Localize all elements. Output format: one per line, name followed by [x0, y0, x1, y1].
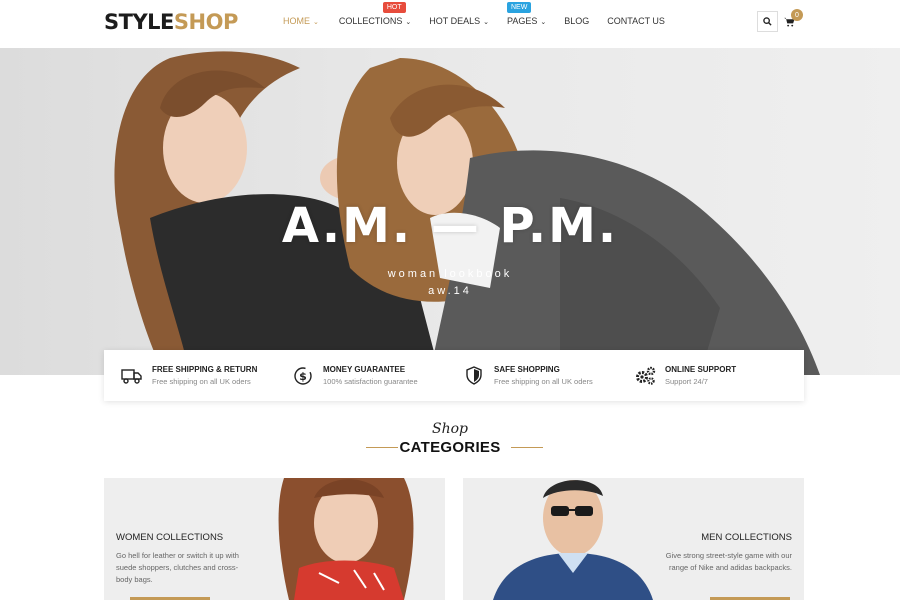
categories-heading: CATEGORIES — [399, 439, 501, 456]
chevron-down-icon: ⌄ — [313, 18, 319, 26]
feature-online-support: ONLINE SUPPORT Support 24/7 — [617, 350, 788, 401]
hero-banner[interactable]: A.M. — P.M. woman lookbook aw.14 — [0, 48, 900, 375]
site-header: STYLESHOP HOME ⌄ Hot COLLECTIONS ⌄ HOT DEA… — [0, 0, 900, 48]
features-bar: FREE SHIPPING & RETURN Free shipping on … — [104, 350, 804, 401]
feature-title: ONLINE SUPPORT — [665, 365, 737, 374]
main-nav: HOME ⌄ Hot COLLECTIONS ⌄ HOT DEALS ⌄ New PA… — [283, 2, 665, 26]
money-icon: $ — [292, 365, 314, 387]
new-badge: New — [507, 2, 532, 13]
nav-label: PAGES — [507, 16, 538, 26]
nav-item-hot-deals[interactable]: HOT DEALS ⌄ — [429, 16, 489, 26]
nav-item-collections[interactable]: Hot COLLECTIONS ⌄ — [338, 2, 412, 26]
nav-label: HOT DEALS — [429, 16, 481, 26]
nav-label: BLOG — [564, 16, 590, 26]
feature-title: MONEY GUARANTEE — [323, 365, 406, 374]
hero-title: A.M. — P.M. — [281, 198, 619, 254]
nav-item-blog[interactable]: BLOG — [564, 16, 589, 26]
categories-script-title: Shop — [432, 421, 468, 437]
search-button[interactable] — [757, 11, 778, 32]
logo[interactable]: STYLESHOP — [104, 10, 238, 34]
hero-season: aw.14 — [428, 285, 472, 297]
feature-desc: Free shipping on all UK oders — [494, 377, 593, 386]
nav-label: HOME — [283, 16, 310, 26]
hero-subtitle: woman lookbook — [387, 268, 513, 280]
logo-part-shop: SHOP — [173, 10, 238, 34]
category-desc: Go hell for leather or switch it up with… — [116, 551, 239, 584]
category-desc: Give strong street-style game with our r… — [665, 551, 792, 572]
truck-icon — [121, 365, 143, 387]
logo-part-style: STYLE — [104, 10, 174, 34]
category-title: MEN COLLECTIONS — [701, 532, 792, 543]
feature-desc: Support 24/7 — [665, 377, 708, 386]
chevron-down-icon: ⌄ — [405, 18, 412, 26]
category-card-women[interactable]: WOMEN COLLECTIONS Go hell for leather or… — [104, 478, 445, 600]
chevron-down-icon: ⌄ — [483, 18, 489, 26]
feature-desc: 100% satisfaction guarantee — [323, 377, 418, 386]
nav-item-contact-us[interactable]: CONTACT US — [607, 16, 665, 26]
nav-item-home[interactable]: HOME ⌄ — [283, 16, 319, 26]
nav-label: COLLECTIONS — [338, 16, 403, 26]
category-title: WOMEN COLLECTIONS — [116, 532, 224, 543]
search-icon — [763, 17, 772, 26]
feature-money-guarantee: $ MONEY GUARANTEE 100% satisfaction guar… — [275, 350, 446, 401]
shield-icon — [463, 365, 485, 387]
nav-item-pages[interactable]: New PAGES ⌄ — [507, 2, 547, 26]
feature-free-shipping: FREE SHIPPING & RETURN Free shipping on … — [104, 350, 275, 401]
feature-desc: Free shipping on all UK oders — [152, 377, 251, 386]
chevron-down-icon: ⌄ — [540, 18, 547, 26]
category-card-men[interactable]: MEN COLLECTIONS Give strong street-style… — [463, 478, 804, 600]
hot-badge: Hot — [382, 2, 406, 13]
nav-label: CONTACT US — [607, 16, 665, 26]
feature-title: FREE SHIPPING & RETURN — [152, 365, 258, 374]
svg-text:$: $ — [299, 370, 307, 383]
feature-title: SAFE SHOPPING — [494, 365, 560, 374]
feature-safe-shopping: SAFE SHOPPING Free shipping on all UK od… — [446, 350, 617, 401]
gears-icon — [634, 365, 656, 387]
cart-count-badge: 0 — [791, 9, 803, 21]
heading-divider-right — [511, 447, 543, 448]
